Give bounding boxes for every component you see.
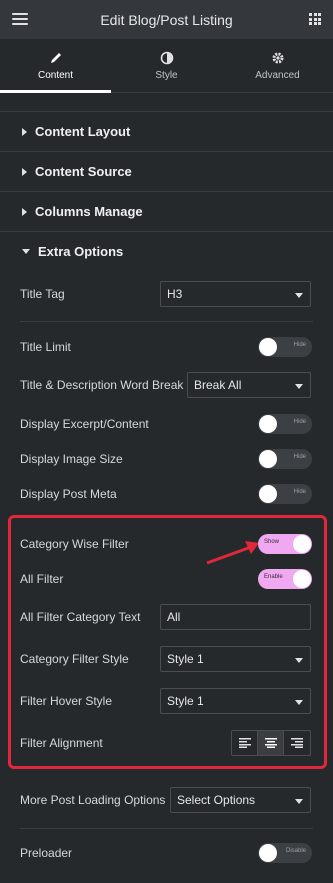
- preloader-toggle[interactable]: Disable: [258, 843, 312, 863]
- toggle-knob: [259, 485, 277, 503]
- tab-advanced[interactable]: Advanced: [222, 39, 333, 92]
- title-tag-select[interactable]: H3: [160, 281, 311, 307]
- title-tag-value: H3: [167, 287, 183, 301]
- red-arrow-icon: [206, 541, 259, 565]
- contrast-icon: [160, 50, 174, 66]
- align-center-button[interactable]: [258, 731, 284, 755]
- divider: [20, 321, 313, 322]
- align-left-icon: [238, 738, 251, 748]
- controls-panel: Content Layout Content Source Columns Ma…: [0, 111, 333, 271]
- preloader-label: Preloader: [20, 846, 73, 860]
- more-post-loading-label: More Post Loading Options: [20, 793, 166, 807]
- display-post-meta-label: Display Post Meta: [20, 487, 117, 501]
- all-filter-toggle[interactable]: Enable: [258, 569, 312, 589]
- tab-content-label: Content: [37, 70, 74, 81]
- tab-style[interactable]: Style: [111, 39, 222, 92]
- all-filter-text-input[interactable]: All: [160, 604, 311, 630]
- all-filter-label: All Filter: [20, 572, 64, 586]
- section-content-layout[interactable]: Content Layout: [0, 111, 333, 151]
- toggle-state: Show: [264, 539, 280, 545]
- filter-alignment-group: [231, 730, 311, 756]
- display-post-meta-toggle[interactable]: Hide: [258, 484, 312, 504]
- chevron-down-icon: [295, 384, 303, 389]
- section-content-source[interactable]: Content Source: [0, 151, 333, 191]
- toggle-state: Hide: [293, 454, 306, 460]
- editor-tabs: Content Style Advanced: [0, 39, 333, 93]
- toggle-state: Hide: [293, 419, 306, 425]
- category-filter-style-value: Style 1: [167, 652, 204, 666]
- filter-hover-style-value: Style 1: [167, 694, 204, 708]
- chevron-down-icon: [295, 799, 303, 804]
- tab-style-label: Style: [155, 70, 178, 81]
- all-filter-text-label: All Filter Category Text: [20, 610, 141, 624]
- caret-right-icon: [22, 127, 27, 136]
- toggle-knob: [293, 570, 311, 588]
- toggle-state: Enable: [264, 574, 283, 580]
- section-label: Content Layout: [35, 124, 131, 139]
- section-label: Extra Options: [38, 244, 124, 259]
- panel-title: Edit Blog/Post Listing: [100, 11, 233, 28]
- toggle-knob: [259, 450, 277, 468]
- align-right-icon: [291, 738, 303, 748]
- caret-right-icon: [22, 207, 27, 216]
- chevron-down-icon: [295, 293, 303, 298]
- more-post-loading-value: Select Options: [177, 793, 256, 807]
- caret-down-icon: [22, 249, 30, 254]
- filter-hover-style-label: Filter Hover Style: [20, 694, 113, 708]
- display-excerpt-label: Display Excerpt/Content: [20, 417, 149, 431]
- display-image-size-toggle[interactable]: Hide: [258, 449, 312, 469]
- category-filter-style-label: Category Filter Style: [20, 652, 129, 666]
- word-break-value: Break All: [194, 378, 242, 392]
- category-wise-filter-label: Category Wise Filter: [20, 537, 129, 551]
- display-excerpt-toggle[interactable]: Hide: [258, 414, 312, 434]
- category-filter-style-select[interactable]: Style 1: [160, 646, 311, 672]
- align-left-button[interactable]: [232, 731, 258, 755]
- title-limit-label: Title Limit: [20, 340, 71, 354]
- tab-content[interactable]: Content: [0, 39, 111, 93]
- chevron-down-icon: [295, 700, 303, 705]
- grid-icon[interactable]: [309, 13, 321, 25]
- caret-right-icon: [22, 167, 27, 176]
- filter-hover-style-select[interactable]: Style 1: [160, 688, 311, 714]
- title-limit-toggle[interactable]: Hide: [258, 337, 312, 357]
- toggle-state: Disable: [285, 848, 306, 854]
- toggle-knob: [259, 844, 277, 862]
- align-center-icon: [264, 738, 277, 748]
- pencil-icon: [49, 50, 63, 66]
- divider: [20, 828, 313, 829]
- align-right-button[interactable]: [284, 731, 310, 755]
- hamburger-icon[interactable]: [12, 13, 28, 25]
- top-bar: Edit Blog/Post Listing: [0, 0, 333, 39]
- section-extra-options[interactable]: Extra Options: [0, 231, 333, 271]
- filter-alignment-label: Filter Alignment: [20, 736, 103, 750]
- section-label: Content Source: [35, 164, 132, 179]
- word-break-select[interactable]: Break All: [187, 372, 311, 398]
- category-wise-filter-toggle[interactable]: Show: [258, 534, 312, 554]
- gear-icon: [271, 50, 285, 66]
- word-break-label: Title & Description Word Break: [20, 378, 184, 392]
- tab-advanced-label: Advanced: [255, 70, 300, 81]
- toggle-knob: [259, 415, 277, 433]
- toggle-knob: [293, 535, 311, 553]
- display-image-size-label: Display Image Size: [20, 452, 123, 466]
- chevron-down-icon: [295, 658, 303, 663]
- title-tag-label: Title Tag: [20, 287, 65, 301]
- more-post-loading-select[interactable]: Select Options: [170, 787, 311, 813]
- toggle-knob: [259, 338, 277, 356]
- section-label: Columns Manage: [35, 204, 143, 219]
- section-columns-manage[interactable]: Columns Manage: [0, 191, 333, 231]
- toggle-state: Hide: [293, 342, 306, 348]
- toggle-state: Hide: [293, 489, 306, 495]
